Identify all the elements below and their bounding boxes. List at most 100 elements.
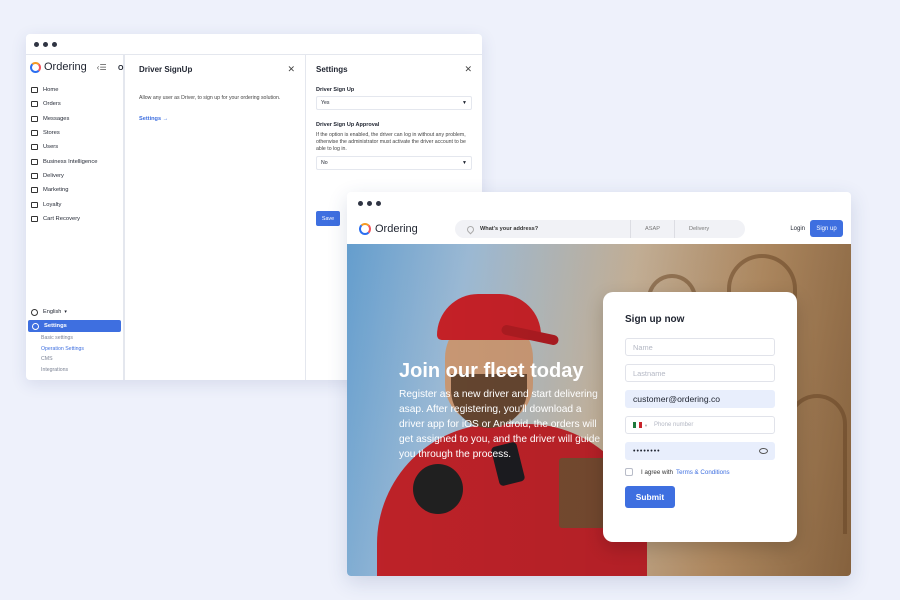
signup-form-card: Sign up now Name Lastname customer@order… [603,292,797,542]
site-header: Ordering What's your address? ASAP Deliv… [347,214,851,244]
sidebar-item-label: Cart Recovery [43,215,81,222]
terms-link[interactable]: Terms & Conditions [676,469,730,476]
sidebar-item-label: Messages [43,115,70,122]
chart-icon [31,158,38,165]
phone-field[interactable]: ▼ Phone number [625,416,775,434]
sidebar-item-label: Loyalty [43,201,62,208]
phone-placeholder: Phone number [653,422,694,428]
address-bar[interactable]: What's your address? ASAP Delivery [455,220,745,238]
sidebar-bottom: English ▾ Settings Basic settings Operat… [26,305,123,375]
sidebar-item-orders[interactable]: Orders [26,97,123,111]
terms-row: I agree with Terms & Conditions [625,468,775,476]
gear-icon [32,322,39,330]
email-field[interactable]: customer@ordering.co [625,390,775,408]
settings-link[interactable]: Settings → [139,116,291,122]
sidebar-item-label: Delivery [43,172,64,179]
admin-logo[interactable]: Ordering ‹☰ [26,55,123,79]
driver-approval-select[interactable]: No ▼ [316,156,472,170]
ordering-logo-icon [359,223,371,235]
sidebar-item-label: Stores [43,130,60,137]
select-value: No [321,160,328,166]
sidebar-item-home[interactable]: Home [26,83,123,97]
chevron-down-icon: ▼ [644,422,648,428]
users-icon [31,144,38,151]
truncated-column-title: O [118,65,124,72]
sidebar-item-marketing[interactable]: Marketing [26,183,123,197]
admin-window-titlebar [26,34,482,55]
trend-icon [31,187,38,194]
globe-icon [31,308,38,316]
password-field[interactable]: •••••••• [625,442,775,460]
submit-button[interactable]: Submit [625,486,675,508]
panel-title: Settings [316,65,348,74]
store-icon [31,130,38,137]
name-field[interactable]: Name [625,338,775,356]
sidebar-item-business-intelligence[interactable]: Business Intelligence [26,154,123,168]
header-signup-button[interactable]: Sign up [810,220,843,237]
submenu-operation-settings[interactable]: Operation Settings [26,344,123,355]
time-selector[interactable]: ASAP [630,220,674,238]
agree-text: I agree with [641,468,673,476]
chevron-down-icon: ▼ [462,100,467,106]
window-dot [43,41,48,47]
panel-title: Driver SignUp [139,65,193,74]
window-dot [376,200,381,206]
collapse-sidebar-icon[interactable]: ‹☰ [97,63,107,72]
cart-icon [31,215,38,222]
sidebar-item-stores[interactable]: Stores [26,126,123,140]
language-label: English [43,309,62,315]
lastname-field[interactable]: Lastname [625,364,775,382]
panel-header: Settings ✕ [306,55,482,75]
location-pin-icon [465,224,476,234]
hero-title: Join our fleet today [399,360,584,382]
mexico-flag-icon[interactable] [633,422,642,428]
eye-icon[interactable] [759,448,768,454]
submenu-integrations[interactable]: Integrations [26,365,123,376]
sidebar-item-messages[interactable]: Messages [26,112,123,126]
truck-icon [31,172,38,179]
sidebar-item-delivery[interactable]: Delivery [26,169,123,183]
submenu-basic-settings[interactable]: Basic settings [26,333,123,344]
address-input[interactable]: What's your address? [480,226,630,232]
site-logo-text[interactable]: Ordering [375,223,418,235]
driver-approval-label: Driver Sign Up Approval [316,122,380,128]
ordering-logo-icon [30,61,41,73]
chevron-down-icon: ▾ [64,309,67,315]
save-button[interactable]: Save [316,211,340,226]
form-title: Sign up now [625,314,685,325]
window-dot [367,200,372,206]
driver-signup-label: Driver Sign Up [316,87,355,93]
panel-description: Allow any user as Driver, to sign up for… [139,95,281,101]
login-link[interactable]: Login [790,226,805,232]
signup-window-titlebar [347,192,851,214]
close-icon[interactable]: ✕ [287,64,295,75]
close-icon[interactable]: ✕ [464,64,472,75]
signup-window: Ordering What's your address? ASAP Deliv… [347,192,851,576]
hero-section: Join our fleet today Register as a new d… [347,244,851,576]
admin-sidebar: Ordering ‹☰ Home Orders Messages Stores … [26,55,124,380]
admin-logo-text: Ordering [44,61,87,73]
sidebar-item-label: Orders [43,101,61,108]
driver-signup-select[interactable]: Yes ▼ [316,96,472,110]
home-icon [31,87,38,94]
sidebar-item-users[interactable]: Users [26,140,123,154]
submenu-cms[interactable]: CMS [26,354,123,365]
sidebar-item-cart-recovery[interactable]: Cart Recovery [26,212,123,226]
terms-checkbox[interactable] [625,468,633,476]
admin-menu: Home Orders Messages Stores Users Busine… [26,83,123,226]
window-dot [52,41,57,47]
chat-icon [31,115,38,122]
sidebar-item-label: Business Intelligence [43,158,98,165]
list-icon [31,101,38,108]
delivery-mode-selector[interactable]: Delivery [673,220,723,238]
sidebar-item-loyalty[interactable]: Loyalty [26,197,123,211]
password-mask: •••••••• [633,447,661,455]
sidebar-item-label: Marketing [43,187,69,194]
language-selector[interactable]: English ▾ [26,305,123,319]
chevron-down-icon: ▼ [462,160,467,166]
sidebar-item-settings[interactable]: Settings [28,320,121,332]
window-dot [34,41,39,47]
driver-approval-help: If the option is enabled, the driver can… [316,132,466,152]
driver-signup-panel: Driver SignUp ✕ Allow any user as Driver… [124,55,306,380]
hero-text: Register as a new driver and start deliv… [399,389,601,460]
